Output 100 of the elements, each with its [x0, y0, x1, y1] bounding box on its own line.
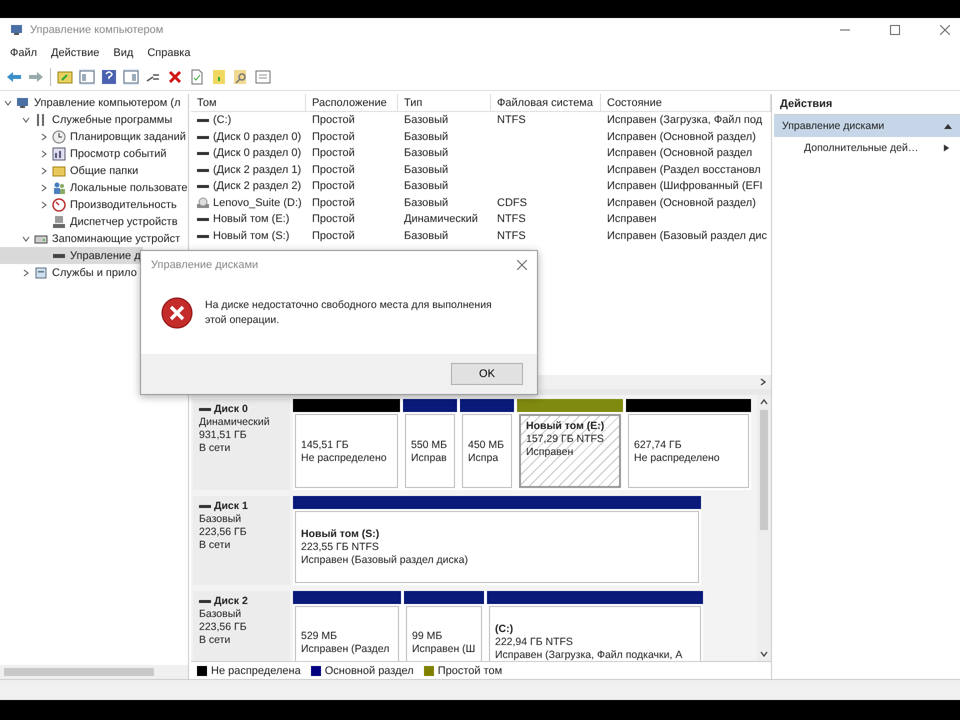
- disk-label-panel[interactable]: Диск 2 Базовый 223,56 ГБ В сети: [193, 591, 290, 661]
- disk-type: Базовый: [199, 513, 242, 525]
- menu-item[interactable]: Вид: [113, 47, 134, 59]
- partition-info: 223,55 ГБ NTFS: [301, 541, 380, 553]
- disk-status: В сети: [199, 442, 232, 454]
- partition-box[interactable]: 529 МБ Исправен (Раздел: [295, 606, 399, 661]
- action-pane-icon[interactable]: [123, 69, 139, 85]
- table-cell-text: Простой: [311, 114, 356, 126]
- partition-info: Исправен (Раздел: [301, 642, 390, 654]
- disk-status: В сети: [199, 634, 232, 646]
- tree-item[interactable]: Запоминающие устройст: [0, 230, 182, 247]
- table-cell-text: Базовый: [403, 164, 450, 176]
- device-icon: [52, 214, 66, 228]
- tree-item[interactable]: Служебные программы: [0, 111, 174, 128]
- table-cell-text: Базовый: [403, 230, 450, 242]
- table-cell-text: Исправен (Загрузка, Файл под: [606, 114, 764, 126]
- table-cell-text: Исправен (Основной раздел): [606, 130, 757, 143]
- table-cell-text: Исправен (Шифрованный (EFI: [606, 180, 764, 192]
- partition-box[interactable]: (C:) 222,94 ГБ NTFS Исправен (Загрузка, Файл подкачки, А: [489, 606, 701, 661]
- chevron-down-icon[interactable]: [22, 234, 30, 242]
- table-cell-text: Исправен: [606, 213, 658, 226]
- partition-box[interactable]: 450 МБ Испра: [462, 414, 512, 488]
- column-header[interactable]: Тип: [398, 94, 491, 111]
- partition-info: Исправен: [526, 446, 574, 458]
- table-cell: (C:): [213, 114, 232, 126]
- help-icon[interactable]: [101, 69, 117, 85]
- tree-item[interactable]: Планировщик заданий: [0, 128, 188, 145]
- menu-item[interactable]: Справка: [147, 47, 190, 59]
- table-cell-text: Базовый: [403, 114, 450, 126]
- document-icon[interactable]: [189, 69, 205, 85]
- disk-size: 223,56 ГБ: [199, 526, 248, 538]
- disk-type: Базовый: [199, 608, 242, 620]
- table-cell-text: Простой: [311, 213, 356, 226]
- disk-label-panel[interactable]: Диск 1 Базовый 223,56 ГБ В сети: [193, 496, 290, 585]
- column-header[interactable]: Том: [191, 94, 306, 111]
- disk-status: В сети: [199, 539, 232, 551]
- partition-box[interactable]: 145,51 ГБ Не распределено: [295, 414, 398, 488]
- partition-box[interactable]: 550 МБ Исправ: [405, 414, 455, 488]
- chevron-down-icon[interactable]: [22, 116, 30, 124]
- menu-item[interactable]: Файл: [10, 47, 38, 59]
- collapse-icon[interactable]: [944, 122, 952, 130]
- chevron-right-icon[interactable]: [40, 150, 48, 158]
- services-icon: [34, 266, 48, 280]
- properties-icon[interactable]: [255, 69, 271, 85]
- tree-item[interactable]: Диспетчер устройств: [0, 213, 180, 230]
- partition-box[interactable]: Новый том (S:) 223,55 ГБ NTFS Исправен (Базовый раздел диска): [295, 511, 699, 583]
- action-item[interactable]: Дополнительные дей…: [774, 137, 960, 159]
- chevron-right-icon[interactable]: [40, 132, 48, 140]
- chevron-right-icon[interactable]: [22, 268, 30, 276]
- delete-icon[interactable]: [167, 69, 183, 85]
- partition-info: Исправен (Базовый раздел диска): [301, 554, 469, 566]
- partition-info: Исправ: [411, 452, 448, 464]
- window-title: Управление компьютером: [30, 24, 164, 36]
- table-cell: Lenovo_Suite (D:): [213, 196, 302, 209]
- tree-item[interactable]: Производительность: [0, 196, 179, 213]
- scroll-up-icon[interactable]: [760, 398, 768, 406]
- search-icon[interactable]: [233, 69, 249, 85]
- ok-button[interactable]: OK: [451, 363, 523, 385]
- chevron-right-icon[interactable]: [40, 184, 48, 192]
- actions-section[interactable]: Управление дисками: [774, 115, 960, 137]
- table-cell-text: Базовый: [403, 180, 450, 192]
- vertical-scrollbar[interactable]: [757, 395, 771, 661]
- disk-name: Диск 0: [214, 403, 248, 415]
- partition-info: Испра: [468, 452, 500, 464]
- menu-item[interactable]: Действие: [51, 47, 100, 59]
- table-cell: NTFS: [497, 230, 526, 242]
- partition-info: 450 МБ: [468, 438, 506, 450]
- close-icon[interactable]: [517, 260, 527, 270]
- tree-item[interactable]: Управление компьютером (л: [0, 94, 182, 111]
- console-tree-icon[interactable]: [79, 69, 95, 85]
- partition-box[interactable]: 627,74 ГБ Не распределено: [628, 414, 749, 488]
- folder-up-icon[interactable]: [57, 69, 73, 85]
- partition-box[interactable]: Новый том (E:) 157,29 ГБ NTFS Исправен: [519, 414, 621, 488]
- column-header[interactable]: Состояние: [601, 94, 771, 111]
- chevron-down-icon[interactable]: [4, 98, 12, 106]
- table-cell-text: Простой: [311, 180, 356, 192]
- column-header[interactable]: Файловая система: [491, 94, 601, 111]
- tree-item[interactable]: Локальные пользовате: [0, 179, 190, 196]
- table-cell: (Диск 2 раздел 1): [213, 164, 302, 176]
- scroll-right-icon[interactable]: [759, 378, 767, 386]
- column-header[interactable]: Расположение: [306, 94, 398, 111]
- partition-box[interactable]: 99 МБ Исправен (Ш: [406, 606, 482, 661]
- partition-title: Новый том (E:): [526, 420, 606, 432]
- chevron-right-icon[interactable]: [40, 200, 48, 208]
- tree-item[interactable]: Общие папки: [0, 162, 140, 179]
- scroll-down-icon[interactable]: [760, 650, 768, 658]
- horizontal-scrollbar[interactable]: [0, 665, 188, 679]
- clock-icon: [52, 130, 66, 144]
- table-cell-text: Простой: [311, 147, 356, 160]
- table-cell: (Диск 0 раздел 0): [213, 130, 302, 143]
- maximize-icon[interactable]: [890, 25, 900, 35]
- disk-label-panel[interactable]: Диск 0 Динамический 931,51 ГБ В сети: [193, 399, 290, 490]
- partition-info: 222,94 ГБ NTFS: [495, 636, 574, 648]
- computer-icon: [16, 96, 30, 110]
- partition-info: 145,51 ГБ: [301, 438, 350, 450]
- chevron-right-icon[interactable]: [40, 166, 48, 174]
- back-arrow-icon[interactable]: [6, 69, 22, 85]
- tree-item[interactable]: Службы и прило: [0, 264, 139, 281]
- tree-item[interactable]: Просмотр событий: [0, 145, 169, 162]
- close-icon[interactable]: [940, 25, 950, 35]
